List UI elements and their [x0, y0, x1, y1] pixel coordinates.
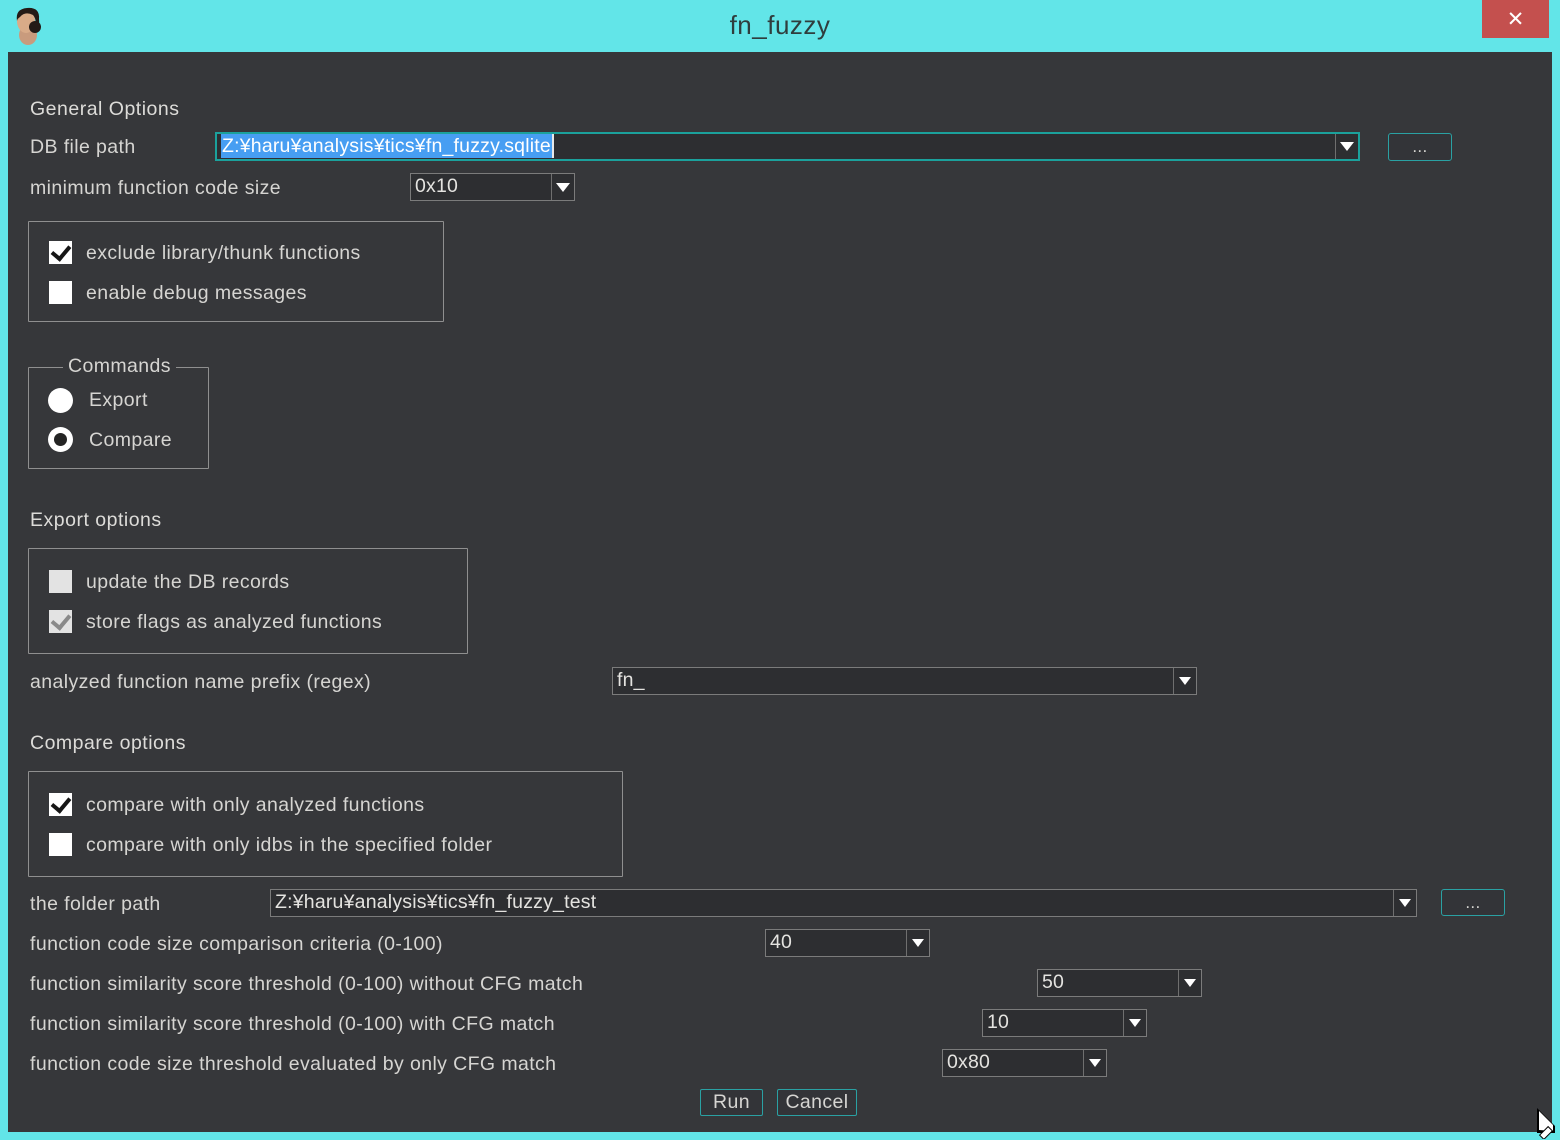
- code-size-criteria-label: function code size comparison criteria (…: [30, 933, 443, 956]
- min-code-size-dropdown[interactable]: 0x10: [410, 173, 575, 201]
- commands-legend: Commands: [63, 355, 176, 378]
- db-file-path-value[interactable]: Z:¥haru¥analysis¥tics¥fn_fuzzy.sqlite: [217, 134, 1335, 159]
- store-flags-label: store flags as analyzed functions: [86, 611, 382, 634]
- name-prefix-dropdown-arrow-icon[interactable]: [1173, 668, 1196, 694]
- compare-options-group: compare with only analyzed functions com…: [28, 771, 623, 877]
- close-icon: ✕: [1507, 7, 1525, 32]
- score-with-cfg-dropdown[interactable]: 10: [982, 1009, 1147, 1037]
- score-without-cfg-dropdown[interactable]: 50: [1037, 969, 1202, 997]
- only-idbs-label: compare with only idbs in the specified …: [86, 834, 492, 857]
- run-button[interactable]: Run: [700, 1089, 763, 1116]
- update-db-checkbox[interactable]: [49, 570, 72, 593]
- db-file-path-label: DB file path: [30, 136, 136, 159]
- exclude-library-label: exclude library/thunk functions: [86, 242, 361, 265]
- store-flags-checkbox[interactable]: [49, 610, 72, 633]
- general-options-heading: General Options: [30, 98, 180, 121]
- folder-path-value[interactable]: Z:¥haru¥analysis¥tics¥fn_fuzzy_test: [271, 890, 1393, 916]
- size-threshold-cfg-value[interactable]: 0x80: [943, 1050, 1083, 1076]
- compare-radio[interactable]: [48, 427, 73, 452]
- folder-path-browse-button[interactable]: ...: [1441, 889, 1505, 916]
- export-radio[interactable]: [48, 388, 73, 413]
- score-with-cfg-label: function similarity score threshold (0-1…: [30, 1013, 555, 1036]
- export-radio-label: Export: [89, 389, 148, 412]
- size-threshold-cfg-label: function code size threshold evaluated b…: [30, 1053, 556, 1076]
- window-title: fn_fuzzy: [0, 10, 1560, 41]
- enable-debug-checkbox[interactable]: [49, 281, 72, 304]
- name-prefix-combobox[interactable]: fn_: [612, 667, 1197, 695]
- folder-path-label: the folder path: [30, 893, 161, 916]
- update-db-label: update the DB records: [86, 571, 290, 594]
- close-button[interactable]: ✕: [1482, 0, 1549, 38]
- commands-group: Commands Export Compare: [28, 367, 209, 469]
- size-threshold-cfg-dropdown[interactable]: 0x80: [942, 1049, 1107, 1077]
- min-code-size-dropdown-arrow-icon[interactable]: [551, 174, 574, 200]
- only-analyzed-checkbox[interactable]: [49, 793, 72, 816]
- compare-options-heading: Compare options: [30, 732, 186, 755]
- score-with-cfg-dropdown-arrow-icon[interactable]: [1123, 1010, 1146, 1036]
- code-size-criteria-value[interactable]: 40: [766, 930, 906, 956]
- min-code-size-value[interactable]: 0x10: [411, 174, 551, 200]
- name-prefix-value[interactable]: fn_: [613, 668, 1173, 694]
- score-without-cfg-label: function similarity score threshold (0-1…: [30, 973, 583, 996]
- export-options-group: update the DB records store flags as ana…: [28, 548, 468, 654]
- db-file-path-browse-button[interactable]: ...: [1388, 133, 1452, 161]
- compare-radio-label: Compare: [89, 429, 172, 452]
- enable-debug-label: enable debug messages: [86, 282, 307, 305]
- only-analyzed-label: compare with only analyzed functions: [86, 794, 425, 817]
- title-bar[interactable]: fn_fuzzy ✕: [0, 0, 1560, 52]
- code-size-criteria-dropdown-arrow-icon[interactable]: [906, 930, 929, 956]
- score-without-cfg-dropdown-arrow-icon[interactable]: [1178, 970, 1201, 996]
- db-file-path-combobox[interactable]: Z:¥haru¥analysis¥tics¥fn_fuzzy.sqlite: [215, 132, 1360, 161]
- mouse-cursor-icon: [1525, 1103, 1559, 1139]
- score-with-cfg-value[interactable]: 10: [983, 1010, 1123, 1036]
- db-file-path-dropdown-arrow-icon[interactable]: [1335, 134, 1358, 159]
- code-size-criteria-dropdown[interactable]: 40: [765, 929, 930, 957]
- exclude-library-checkbox[interactable]: [49, 241, 72, 264]
- name-prefix-label: analyzed function name prefix (regex): [30, 671, 371, 694]
- score-without-cfg-value[interactable]: 50: [1038, 970, 1178, 996]
- general-flags-group: exclude library/thunk functions enable d…: [28, 221, 444, 322]
- only-idbs-checkbox[interactable]: [49, 833, 72, 856]
- folder-path-combobox[interactable]: Z:¥haru¥analysis¥tics¥fn_fuzzy_test: [270, 889, 1417, 917]
- export-options-heading: Export options: [30, 509, 162, 532]
- fn-fuzzy-dialog: { "window": { "title": "fn_fuzzy", "clos…: [0, 0, 1560, 1140]
- cancel-button[interactable]: Cancel: [777, 1089, 857, 1116]
- min-code-size-label: minimum function code size: [30, 177, 281, 200]
- folder-path-dropdown-arrow-icon[interactable]: [1393, 890, 1416, 916]
- size-threshold-cfg-dropdown-arrow-icon[interactable]: [1083, 1050, 1106, 1076]
